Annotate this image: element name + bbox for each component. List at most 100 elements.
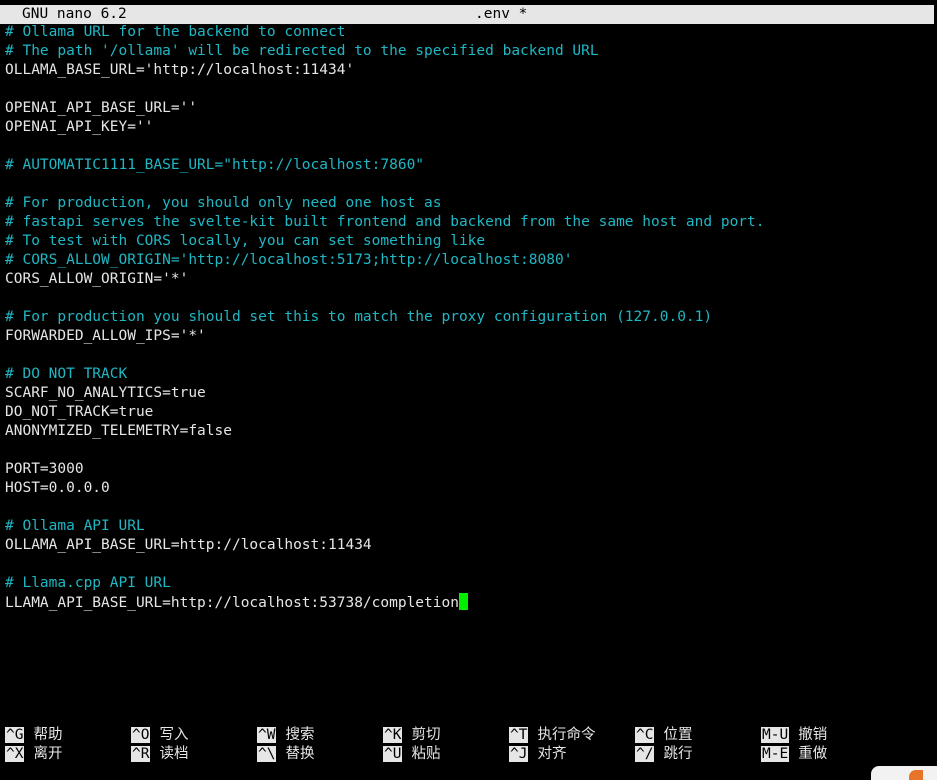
line-text: # For production, you should only need o… [5, 195, 442, 211]
shortcut-label: 位置 [663, 727, 693, 743]
shortcut-label: 对齐 [537, 746, 567, 762]
comment-line[interactable]: # fastapi serves the svelte-kit built fr… [5, 213, 935, 232]
shortcut-exit[interactable]: ^X 离开 [5, 745, 62, 764]
shortcut-label: 离开 [33, 746, 63, 762]
config-line[interactable]: OPENAI_API_BASE_URL='' [5, 99, 935, 118]
line-text: SCARF_NO_ANALYTICS=true [5, 385, 206, 401]
line-text: # Ollama URL for the backend to connect [5, 24, 346, 40]
text-editor-area[interactable]: # Ollama URL for the backend to connect #… [5, 23, 935, 612]
shortcut-help[interactable]: ^G 帮助 [5, 726, 62, 745]
blank-line[interactable] [5, 346, 935, 365]
shortcut-key: ^\ [257, 746, 277, 762]
line-text: PORT=3000 [5, 461, 84, 477]
shortcut-key: M-E [761, 746, 790, 762]
config-line[interactable]: HOST=0.0.0.0 [5, 479, 935, 498]
app-version-label: GNU nano 6.2 [22, 6, 127, 22]
shortcut-row: ^G 帮助 ^O 写入 ^W 搜索 ^K 剪切 ^T 执行命令 ^C 位置 M-U 撤销 [5, 726, 935, 745]
blank-line[interactable] [5, 289, 935, 308]
comment-line[interactable]: # The path '/ollama' will be redirected … [5, 42, 935, 61]
blank-line[interactable] [5, 441, 935, 460]
shortcut-write-out[interactable]: ^O 写入 [131, 726, 188, 745]
shortcut-location[interactable]: ^C 位置 [635, 726, 692, 745]
shortcut-key: ^R [131, 746, 151, 762]
shortcut-undo[interactable]: M-U 撤销 [761, 726, 827, 745]
shortcut-label: 替换 [285, 746, 315, 762]
shortcut-key: ^/ [635, 746, 655, 762]
shortcut-paste[interactable]: ^U 粘贴 [383, 745, 440, 764]
comment-line[interactable]: # For production, you should only need o… [5, 194, 935, 213]
line-text: # The path '/ollama' will be redirected … [5, 43, 599, 59]
shortcut-label: 读档 [159, 746, 189, 762]
blank-line[interactable] [5, 555, 935, 574]
shortcut-execute[interactable]: ^T 执行命令 [509, 726, 595, 745]
shortcut-label: 搜索 [285, 727, 315, 743]
shortcut-replace[interactable]: ^\ 替换 [257, 745, 314, 764]
shortcut-key: ^G [5, 727, 25, 743]
config-line[interactable]: OPENAI_API_KEY='' [5, 118, 935, 137]
shortcut-key: ^W [257, 727, 277, 743]
shortcut-redo[interactable]: M-E 重做 [761, 745, 827, 764]
comment-line[interactable]: # Llama.cpp API URL [5, 574, 935, 593]
comment-line[interactable]: # For production you should set this to … [5, 308, 935, 327]
shortcut-key: ^T [509, 727, 529, 743]
shortcut-label: 写入 [159, 727, 189, 743]
config-line[interactable]: LLAMA_API_BASE_URL=http://localhost:5373… [5, 593, 935, 612]
shortcut-bar: ^G 帮助 ^O 写入 ^W 搜索 ^K 剪切 ^T 执行命令 ^C 位置 M-U 撤销 ^X 离开 ^R 读档 ^… [5, 726, 935, 764]
config-line[interactable]: CORS_ALLOW_ORIGIN='*' [5, 270, 935, 289]
line-text: # To test with CORS locally, you can set… [5, 233, 486, 249]
config-line[interactable]: FORWARDED_ALLOW_IPS='*' [5, 327, 935, 346]
config-line[interactable]: PORT=3000 [5, 460, 935, 479]
file-name-label: .env * [475, 6, 528, 22]
line-text: # Ollama API URL [5, 518, 145, 534]
shortcut-label: 粘贴 [411, 746, 441, 762]
shortcut-cut[interactable]: ^K 剪切 [383, 726, 440, 745]
shortcut-key: ^K [383, 727, 403, 743]
line-text: # AUTOMATIC1111_BASE_URL="http://localho… [5, 157, 425, 173]
line-text: OLLAMA_BASE_URL='http://localhost:11434' [5, 62, 355, 78]
line-text: # DO NOT TRACK [5, 366, 128, 382]
comment-line[interactable]: # Ollama URL for the backend to connect [5, 23, 935, 42]
shortcut-key: ^U [383, 746, 403, 762]
shortcut-go-to-line[interactable]: ^/ 跳行 [635, 745, 692, 764]
config-line[interactable]: OLLAMA_API_BASE_URL=http://localhost:114… [5, 536, 935, 555]
line-text: # Llama.cpp API URL [5, 575, 171, 591]
nano-title-bar: GNU nano 6.2 .env * [0, 5, 934, 24]
blank-line[interactable] [5, 80, 935, 99]
comment-line[interactable]: # DO NOT TRACK [5, 365, 935, 384]
line-text: LLAMA_API_BASE_URL=http://localhost:5373… [5, 595, 459, 611]
line-text: # For production you should set this to … [5, 309, 713, 325]
line-text: CORS_ALLOW_ORIGIN='*' [5, 271, 189, 287]
config-line[interactable]: ANONYMIZED_TELEMETRY=false [5, 422, 935, 441]
shortcut-key: ^C [635, 727, 655, 743]
shortcut-label: 重做 [798, 746, 828, 762]
line-text: ANONYMIZED_TELEMETRY=false [5, 423, 232, 439]
line-text: OPENAI_API_BASE_URL='' [5, 100, 198, 116]
line-text: # CORS_ALLOW_ORIGIN='http://localhost:51… [5, 252, 573, 268]
shortcut-key: ^O [131, 727, 151, 743]
config-line[interactable]: DO_NOT_TRACK=true [5, 403, 935, 422]
comment-line[interactable]: # CORS_ALLOW_ORIGIN='http://localhost:51… [5, 251, 935, 270]
blank-line[interactable] [5, 137, 935, 156]
shortcut-where-is[interactable]: ^W 搜索 [257, 726, 314, 745]
line-text: HOST=0.0.0.0 [5, 480, 110, 496]
shortcut-key: ^X [5, 746, 25, 762]
shortcut-key: ^J [509, 746, 529, 762]
comment-line[interactable]: # AUTOMATIC1111_BASE_URL="http://localho… [5, 156, 935, 175]
comment-line[interactable]: # To test with CORS locally, you can set… [5, 232, 935, 251]
config-line[interactable]: SCARF_NO_ANALYTICS=true [5, 384, 935, 403]
comment-line[interactable]: # Ollama API URL [5, 517, 935, 536]
shortcut-row: ^X 离开 ^R 读档 ^\ 替换 ^U 粘贴 ^J 对齐 ^/ 跳行 M-E 重做 [5, 745, 935, 764]
line-text: FORWARDED_ALLOW_IPS='*' [5, 328, 206, 344]
shortcut-label: 剪切 [411, 727, 441, 743]
shortcut-label: 跳行 [663, 746, 693, 762]
blank-line[interactable] [5, 498, 935, 517]
taskbar-corner-widget [871, 766, 937, 780]
config-line[interactable]: OLLAMA_BASE_URL='http://localhost:11434' [5, 61, 935, 80]
blank-line[interactable] [5, 175, 935, 194]
shortcut-justify[interactable]: ^J 对齐 [509, 745, 566, 764]
line-text: # fastapi serves the svelte-kit built fr… [5, 214, 765, 230]
shortcut-label: 撤销 [798, 727, 828, 743]
shortcut-label: 执行命令 [537, 727, 596, 743]
shortcut-read-file[interactable]: ^R 读档 [131, 745, 188, 764]
line-text: DO_NOT_TRACK=true [5, 404, 154, 420]
